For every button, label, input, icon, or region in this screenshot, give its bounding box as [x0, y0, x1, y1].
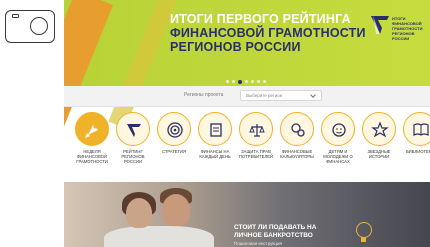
- category-circle: [403, 112, 430, 146]
- banner-subtitle: Пошаговая инструкция: [234, 241, 282, 246]
- category-circle: [157, 112, 191, 146]
- camera-icon[interactable]: [5, 10, 55, 43]
- notepad-icon: [210, 123, 222, 137]
- banner-photo-shape: [162, 194, 190, 226]
- carousel-dot[interactable]: [226, 80, 229, 84]
- category-circle: [362, 112, 396, 146]
- hero-title-line: ИТОГИ ПЕРВОГО РЕЙТИНГА: [170, 12, 351, 26]
- chevron-down-icon: [310, 92, 316, 98]
- child-face-icon: [332, 123, 346, 137]
- carousel-dot[interactable]: [238, 79, 242, 84]
- gears-icon: [291, 123, 305, 137]
- hero-title-line: РЕГИОНОВ РОССИИ: [170, 40, 301, 54]
- region-select-value: Выберите регион: [246, 93, 283, 98]
- banner-title: СТОИТ ЛИ ПОДАВАТЬ НА ЛИЧНОЕ БАНКРОТСТВО: [234, 224, 316, 240]
- banner-title-line: ЛИЧНОЕ БАНКРОТСТВО: [234, 232, 313, 239]
- filter-label: Регионы проекта: [184, 92, 224, 98]
- hero-title: ИТОГИ ПЕРВОГО РЕЙТИНГА ФИНАНСОВОЙ ГРАМОТ…: [170, 12, 370, 54]
- banner-photo-shape: [126, 198, 152, 228]
- camera-lens: [30, 17, 48, 35]
- star-icon: [371, 121, 389, 138]
- carousel-dot[interactable]: [245, 80, 248, 84]
- hero-stripe-decoration: [108, 0, 178, 129]
- hero-title-line: ФИНАНСОВОЙ ГРАМОТНОСТИ: [170, 26, 366, 40]
- book-icon: [413, 123, 429, 136]
- logo-v-icon: [371, 16, 389, 34]
- scales-icon: [249, 124, 265, 137]
- carousel-dots: [226, 73, 269, 84]
- lightbulb-icon: [356, 222, 372, 242]
- rating-logo: ИТОГИ ФИНАНСОВОЙ ГРАМОТНОСТИ РЕГИОНОВ РО…: [370, 14, 430, 44]
- category-circle: [321, 112, 355, 146]
- rocket-icon: [85, 125, 98, 138]
- carousel-dot[interactable]: [232, 80, 235, 84]
- banner-title-line: СТОИТ ЛИ ПОДАВАТЬ НА: [234, 224, 317, 231]
- category-label: Библиотека: [405, 149, 430, 154]
- target-icon: [167, 122, 183, 138]
- category-item[interactable]: Библиотека: [394, 112, 430, 154]
- logo-text: ИТОГИ ФИНАНСОВОЙ ГРАМОТНОСТИ РЕГИОНОВ РО…: [392, 16, 422, 41]
- category-nav: Неделя финансовой грамотности Рейтинг рег…: [64, 112, 430, 182]
- category-circle: [198, 112, 232, 146]
- camera-viewfinder: [12, 14, 19, 18]
- carousel-dot[interactable]: [263, 80, 266, 84]
- carousel-dot[interactable]: [251, 80, 254, 84]
- region-filter-bar: Регионы проекта Выберите регион: [64, 86, 430, 107]
- category-circle: [280, 112, 314, 146]
- logo-text-line: РОССИИ: [392, 36, 410, 41]
- region-select[interactable]: Выберите регион: [240, 90, 322, 101]
- promo-banner[interactable]: СТОИТ ЛИ ПОДАВАТЬ НА ЛИЧНОЕ БАНКРОТСТВО …: [64, 182, 430, 247]
- logo-v-icon: [127, 124, 141, 137]
- category-circle: [75, 112, 109, 146]
- category-circle: [116, 112, 150, 146]
- carousel-dot[interactable]: [257, 80, 260, 84]
- category-circle: [239, 112, 273, 146]
- website-screenshot: ИТОГИ ПЕРВОГО РЕЙТИНГА ФИНАНСОВОЙ ГРАМОТ…: [64, 0, 430, 247]
- hero-banner[interactable]: ИТОГИ ПЕРВОГО РЕЙТИНГА ФИНАНСОВОЙ ГРАМОТ…: [64, 0, 430, 135]
- banner-photo-shape: [104, 226, 214, 247]
